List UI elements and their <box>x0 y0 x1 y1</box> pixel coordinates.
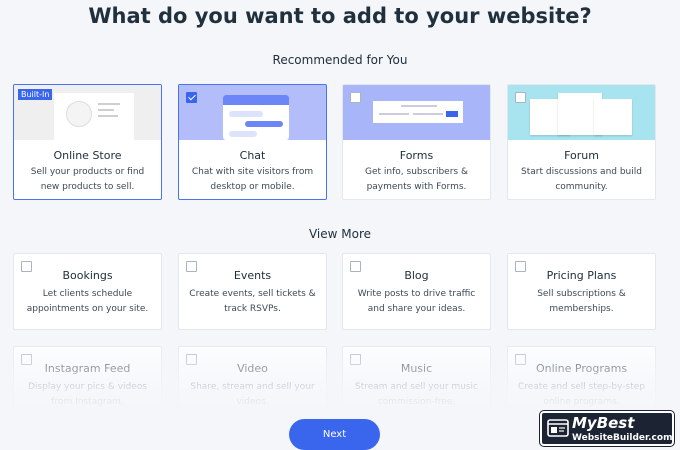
forum-post-card <box>594 99 632 135</box>
card-description: Get info, subscribers & payments with For… <box>365 167 468 192</box>
form-submit-preview <box>446 111 458 117</box>
forms-thumbnail <box>343 85 490 140</box>
forum-thumbnail <box>508 85 655 140</box>
chat-message <box>245 121 283 127</box>
card-title: Bookings <box>62 269 113 282</box>
card-description: Stream and sell your music commission-fre… <box>354 382 478 407</box>
card-description: Sell your products or find new products t… <box>30 167 145 192</box>
chat-checkbox[interactable] <box>186 92 197 103</box>
card-title: Online Programs <box>535 362 628 375</box>
card-title: Forum <box>564 149 599 162</box>
card-description: Sell subscriptions & memberships. <box>537 289 626 314</box>
card-description: Display your pics & videos from Instagram… <box>28 382 147 407</box>
card-title: Music <box>400 362 433 375</box>
card-description: Chat with site visitors from desktop or m… <box>191 167 314 192</box>
card-title: Video <box>237 362 268 375</box>
card-description: Create events, sell tickets & track RSVPs… <box>189 289 316 314</box>
card-instagram-feed[interactable]: Instagram Feed Display your pics & video… <box>13 346 162 423</box>
forum-checkbox[interactable] <box>515 92 526 103</box>
form-field <box>413 113 443 115</box>
card-title: Forms <box>399 149 434 162</box>
blog-checkbox[interactable] <box>350 261 361 272</box>
chat-message <box>229 131 257 137</box>
bookings-checkbox[interactable] <box>21 261 32 272</box>
card-title: Instagram Feed <box>44 362 131 375</box>
chat-header-bar <box>223 95 289 105</box>
page-title: What do you want to add to your website? <box>88 4 592 28</box>
card-music[interactable]: Music Stream and sell your music commissi… <box>342 346 491 423</box>
card-online-store[interactable]: Built-In Online Store Sell your products… <box>13 84 162 200</box>
online-programs-checkbox[interactable] <box>515 354 526 365</box>
card-forum[interactable]: Forum Start discussions and build communi… <box>507 84 656 200</box>
store-text-line <box>98 103 120 105</box>
video-checkbox[interactable] <box>186 354 197 365</box>
forms-checkbox[interactable] <box>350 92 361 103</box>
watermark-line2: WebsiteBuilder.com <box>572 433 673 443</box>
watermark-logo: MyBest WebsiteBuilder.com <box>540 411 674 446</box>
chat-thumbnail <box>179 85 326 140</box>
form-text-line <box>401 105 437 107</box>
built-in-badge: Built-In <box>18 89 53 100</box>
card-title: Chat <box>239 149 266 162</box>
pricing-plans-checkbox[interactable] <box>515 261 526 272</box>
music-checkbox[interactable] <box>350 354 361 365</box>
card-bookings[interactable]: Bookings Let clients schedule appointment… <box>13 253 162 330</box>
card-description: Write posts to drive traffic and share yo… <box>357 289 476 314</box>
store-text-line <box>98 109 114 111</box>
view-more-heading: View More <box>308 227 372 241</box>
card-title: Pricing Plans <box>546 269 617 282</box>
card-description: Share, stream and sell your videos. <box>190 382 315 407</box>
card-video[interactable]: Video Share, stream and sell your videos. <box>178 346 327 423</box>
form-field <box>379 113 409 115</box>
watermark-line1: MyBest <box>572 414 635 432</box>
chat-message <box>229 111 263 117</box>
card-events[interactable]: Events Create events, sell tickets & trac… <box>178 253 327 330</box>
chair-image <box>66 101 92 127</box>
next-button[interactable]: Next <box>289 419 380 450</box>
card-title: Blog <box>404 269 429 282</box>
card-pricing-plans[interactable]: Pricing Plans Sell subscriptions & member… <box>507 253 656 330</box>
card-chat[interactable]: Chat Chat with site visitors from desktop… <box>178 84 327 200</box>
events-checkbox[interactable] <box>186 261 197 272</box>
card-blog[interactable]: Blog Write posts to drive traffic and sha… <box>342 253 491 330</box>
card-forms[interactable]: Forms Get info, subscribers & payments wi… <box>342 84 491 200</box>
card-title: Online Store <box>53 149 122 162</box>
card-description: Start discussions and build community. <box>521 167 642 192</box>
card-description: Create and sell step-by-step online progr… <box>518 382 645 407</box>
card-description: Let clients schedule appointments on your… <box>26 289 149 314</box>
store-text-line <box>98 115 118 117</box>
recommended-heading: Recommended for You <box>272 53 408 67</box>
online-store-thumbnail: Built-In <box>14 85 161 140</box>
card-title: Events <box>233 269 272 282</box>
browser-icon <box>547 419 569 437</box>
instagram-feed-checkbox[interactable] <box>21 354 32 365</box>
